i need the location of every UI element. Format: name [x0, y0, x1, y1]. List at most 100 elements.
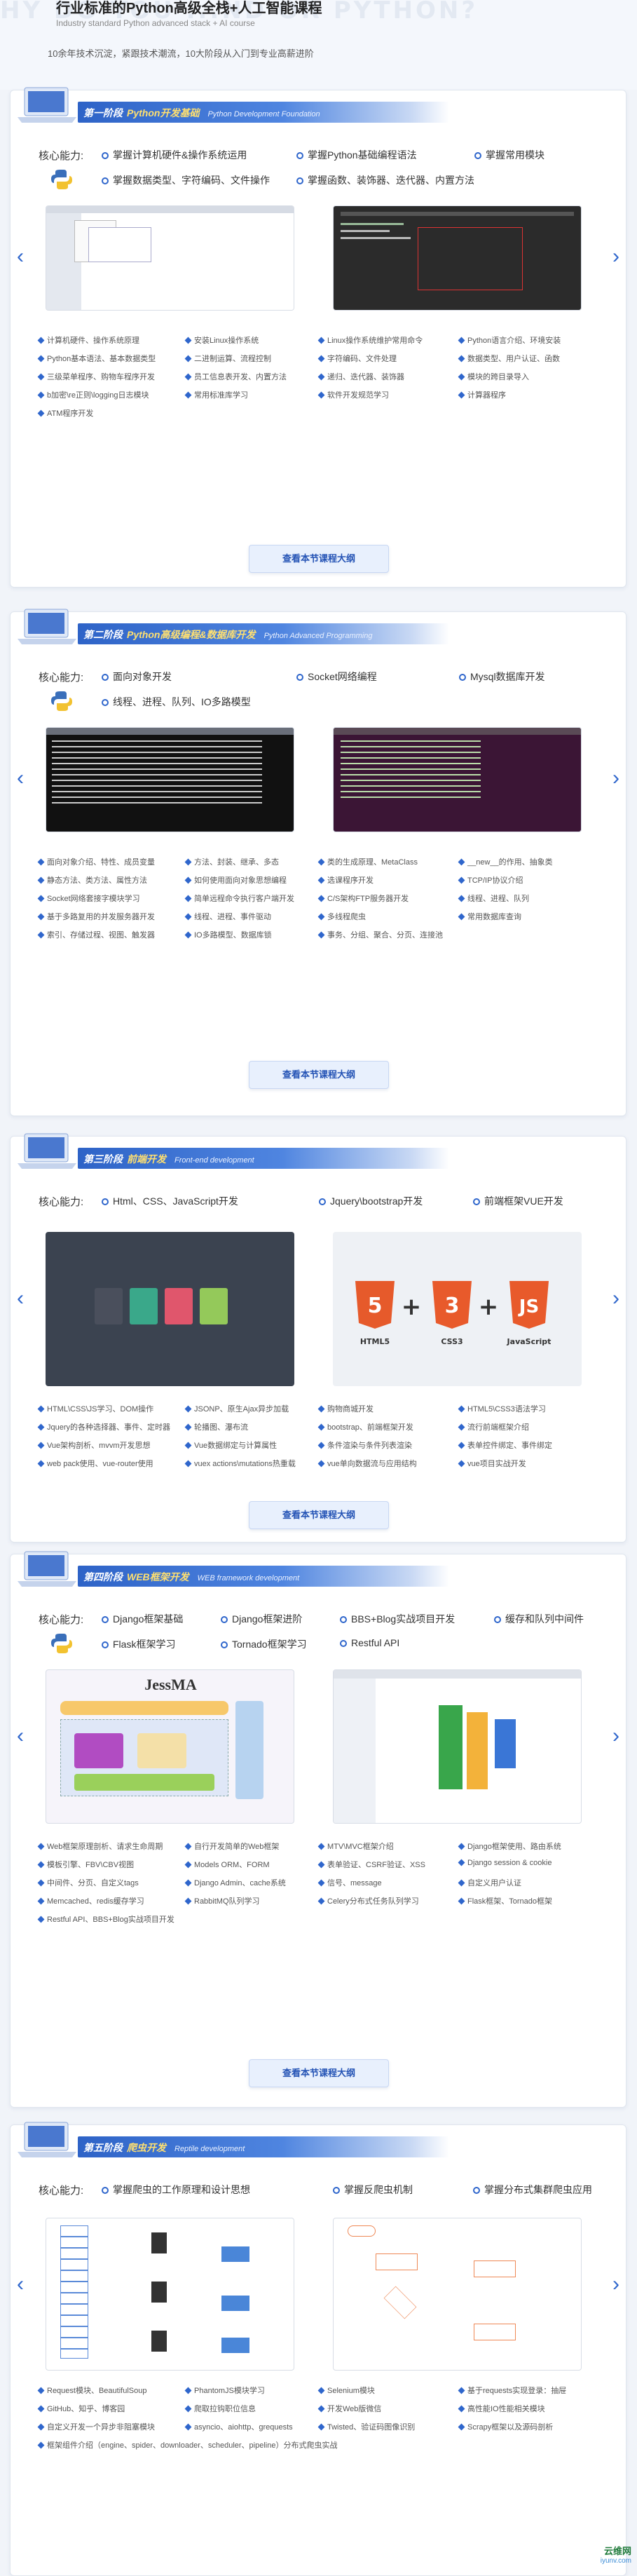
core-item: Tornado框架学习 — [221, 1637, 307, 1651]
list-item: HTML5\CSS3语法学习 — [459, 1403, 546, 1414]
ring-bullet-icon — [494, 1616, 501, 1623]
stage-name: WEB框架开发 — [127, 1571, 189, 1582]
list-item: RabbitMQ队列学习 — [186, 1895, 260, 1906]
core-item: 面向对象开发 — [102, 670, 172, 684]
chevron-left-icon[interactable]: ‹ — [13, 768, 27, 789]
ring-bullet-icon — [102, 1616, 109, 1623]
knowledge-points: Web框架原理剖析、请求生命周期 自行开发简单的Web框架 MTV\MVC框架介… — [11, 1831, 626, 1924]
ring-bullet-icon — [319, 1198, 326, 1205]
list-item: 递归、迭代器、装饰器 — [319, 371, 404, 382]
list-item: 表单验证、CSRF验证、XSS — [319, 1859, 425, 1870]
core-item: BBS+Blog实战项目开发 — [340, 1612, 455, 1626]
terminal-screenshot — [333, 727, 582, 832]
list-item: 方法、封装、继承、多态 — [186, 856, 279, 867]
svg-text:HTML5: HTML5 — [360, 1337, 390, 1346]
list-item: web pack使用、vue-router使用 — [39, 1458, 153, 1469]
chevron-right-icon[interactable]: › — [609, 246, 623, 267]
list-item: __new__的作用、抽象类 — [459, 856, 553, 867]
list-item: 常用数据库查询 — [459, 911, 521, 922]
screenshot-carousel: ‹ › — [11, 191, 626, 325]
core-item: Django框架基础 — [102, 1612, 183, 1626]
list-item: JSONP、原生Ajax异步加载 — [186, 1403, 289, 1414]
view-syllabus-button[interactable]: 查看本节课程大纲 — [249, 1501, 389, 1529]
svg-text:3: 3 — [445, 1294, 460, 1318]
list-item: Python基本语法、基本数据类型 — [39, 353, 156, 364]
chevron-right-icon[interactable]: › — [609, 768, 623, 789]
list-item: Scrapy框架以及源码剖析 — [459, 2421, 553, 2432]
list-item: PhantomJS模块学习 — [186, 2385, 265, 2396]
stage-header: 第三阶段 前端开发 Front-end development — [11, 1133, 626, 1176]
list-item: Linux操作系统维护常用命令 — [319, 334, 423, 346]
ring-bullet-icon — [473, 1198, 480, 1205]
list-item: IO多路模型、数据库锁 — [186, 929, 272, 940]
laptop-icon — [18, 2122, 76, 2157]
list-item: 员工信息表开发、内置方法 — [186, 371, 287, 382]
stage-banner: 第四阶段 WEB框架开发 WEB framework development — [78, 1566, 449, 1587]
stage-en: Reptile development — [174, 2145, 245, 2153]
core-abilities: 核心能力: 掌握爬虫的工作原理和设计思想 掌握反爬虫机制 掌握分布式集群爬虫应用 — [11, 2164, 626, 2206]
python-logo-icon — [51, 170, 72, 189]
knowledge-points: 计算机硬件、操作系统原理 安装Linux操作系统 Linux操作系统维护常用命令… — [11, 325, 626, 418]
chevron-right-icon[interactable]: › — [609, 2274, 623, 2295]
ring-bullet-icon — [102, 152, 109, 159]
badge-title: 云维网 — [603, 2546, 631, 2556]
list-item: 轮播图、瀑布流 — [186, 1421, 248, 1432]
stage-en: Front-end development — [174, 1156, 254, 1165]
list-item: Restful API、BBS+Blog实战项目开发 — [39, 1913, 174, 1925]
list-item: MTV\MVC框架介绍 — [319, 1841, 394, 1852]
list-item: 字符编码、文件处理 — [319, 353, 397, 364]
view-syllabus-button[interactable]: 查看本节课程大纲 — [249, 2059, 389, 2087]
diagram-title: JessMA — [144, 1676, 197, 1693]
stage-4: 第四阶段 WEB框架开发 WEB framework development 核心能… — [10, 1551, 626, 2108]
list-item: 选课程序开发 — [319, 874, 374, 886]
site-badge: 云维网 iyunv.com — [575, 2544, 631, 2572]
knowledge-points: Request模块、BeautifulSoup PhantomJS模块学习 Se… — [11, 2375, 626, 2450]
stage-header: 第一阶段 Python开发基础 Python Development Foundat… — [11, 87, 626, 130]
stage-3: 第三阶段 前端开发 Front-end development 核心能力: Html… — [10, 1133, 626, 1543]
chevron-left-icon[interactable]: ‹ — [13, 1726, 27, 1747]
core-abilities: 核心能力: 面向对象开发 Socket网络编程 Mysql数据库开发 线程、进程… — [11, 651, 626, 713]
core-item: Django框架进阶 — [221, 1612, 302, 1626]
list-item: Python语言介绍、环境安装 — [459, 334, 561, 346]
console-screenshot — [333, 205, 582, 311]
core-item: 缓存和队列中间件 — [494, 1612, 584, 1626]
list-item: 框架组件介绍（engine、spider、downloader、schedule… — [39, 2439, 337, 2450]
ring-bullet-icon — [459, 674, 466, 681]
chevron-left-icon[interactable]: ‹ — [13, 246, 27, 267]
list-item: Web框架原理剖析、请求生命周期 — [39, 1841, 163, 1852]
list-item: 基于多路复用的并发服务器开发 — [39, 911, 155, 922]
python-logo-icon — [51, 691, 72, 711]
laptop-icon — [18, 1133, 76, 1169]
core-item: 掌握分布式集群爬虫应用 — [473, 2183, 592, 2197]
svg-text:JS: JS — [518, 1296, 539, 1317]
hero-desc: 10余年技术沉淀，紧跟技术潮流，10大阶段从入门到专业高薪进阶 — [48, 48, 314, 59]
core-item: 掌握计算机硬件&操作系统运用 — [102, 148, 247, 162]
list-item: Django session & cookie — [459, 1859, 552, 1867]
list-item: Memcached、redis缓存学习 — [39, 1895, 144, 1906]
core-item: 掌握爬虫的工作原理和设计思想 — [102, 2183, 250, 2197]
ring-bullet-icon — [296, 177, 303, 184]
stage-name: Python高级编程&数据库开发 — [127, 629, 256, 640]
ring-bullet-icon — [102, 1641, 109, 1648]
terminal-screenshot — [46, 727, 294, 832]
list-item: 常用标准库学习 — [186, 389, 248, 400]
list-item: 条件渲染与条件列表渲染 — [319, 1439, 412, 1451]
chevron-left-icon[interactable]: ‹ — [13, 1288, 27, 1309]
chevron-right-icon[interactable]: › — [609, 1288, 623, 1309]
list-item: Django Admin、cache系统 — [186, 1877, 286, 1888]
svg-text:JavaScript: JavaScript — [507, 1337, 552, 1346]
view-syllabus-button[interactable]: 查看本节课程大纲 — [249, 1061, 389, 1089]
core-item: 掌握函数、装饰器、迭代器、内置方法 — [296, 173, 474, 187]
view-syllabus-button[interactable]: 查看本节课程大纲 — [249, 545, 389, 573]
chevron-right-icon[interactable]: › — [609, 1726, 623, 1747]
ring-bullet-icon — [102, 674, 109, 681]
ring-bullet-icon — [296, 152, 303, 159]
stage-5: 第五阶段 爬虫开发 Reptile development 核心能力: 掌握爬虫的工… — [10, 2122, 626, 2576]
core-label: 核心能力: — [39, 672, 84, 684]
list-item: 自定义开发一个异步非阻塞模块 — [39, 2421, 155, 2432]
list-item: 索引、存储过程、视图、触发器 — [39, 929, 155, 940]
ring-bullet-icon — [221, 1641, 228, 1648]
chevron-left-icon[interactable]: ‹ — [13, 2274, 27, 2295]
list-item: b加密\re正则\logging日志模块 — [39, 389, 149, 400]
list-item: Flask框架、Tornado框架 — [459, 1895, 552, 1906]
